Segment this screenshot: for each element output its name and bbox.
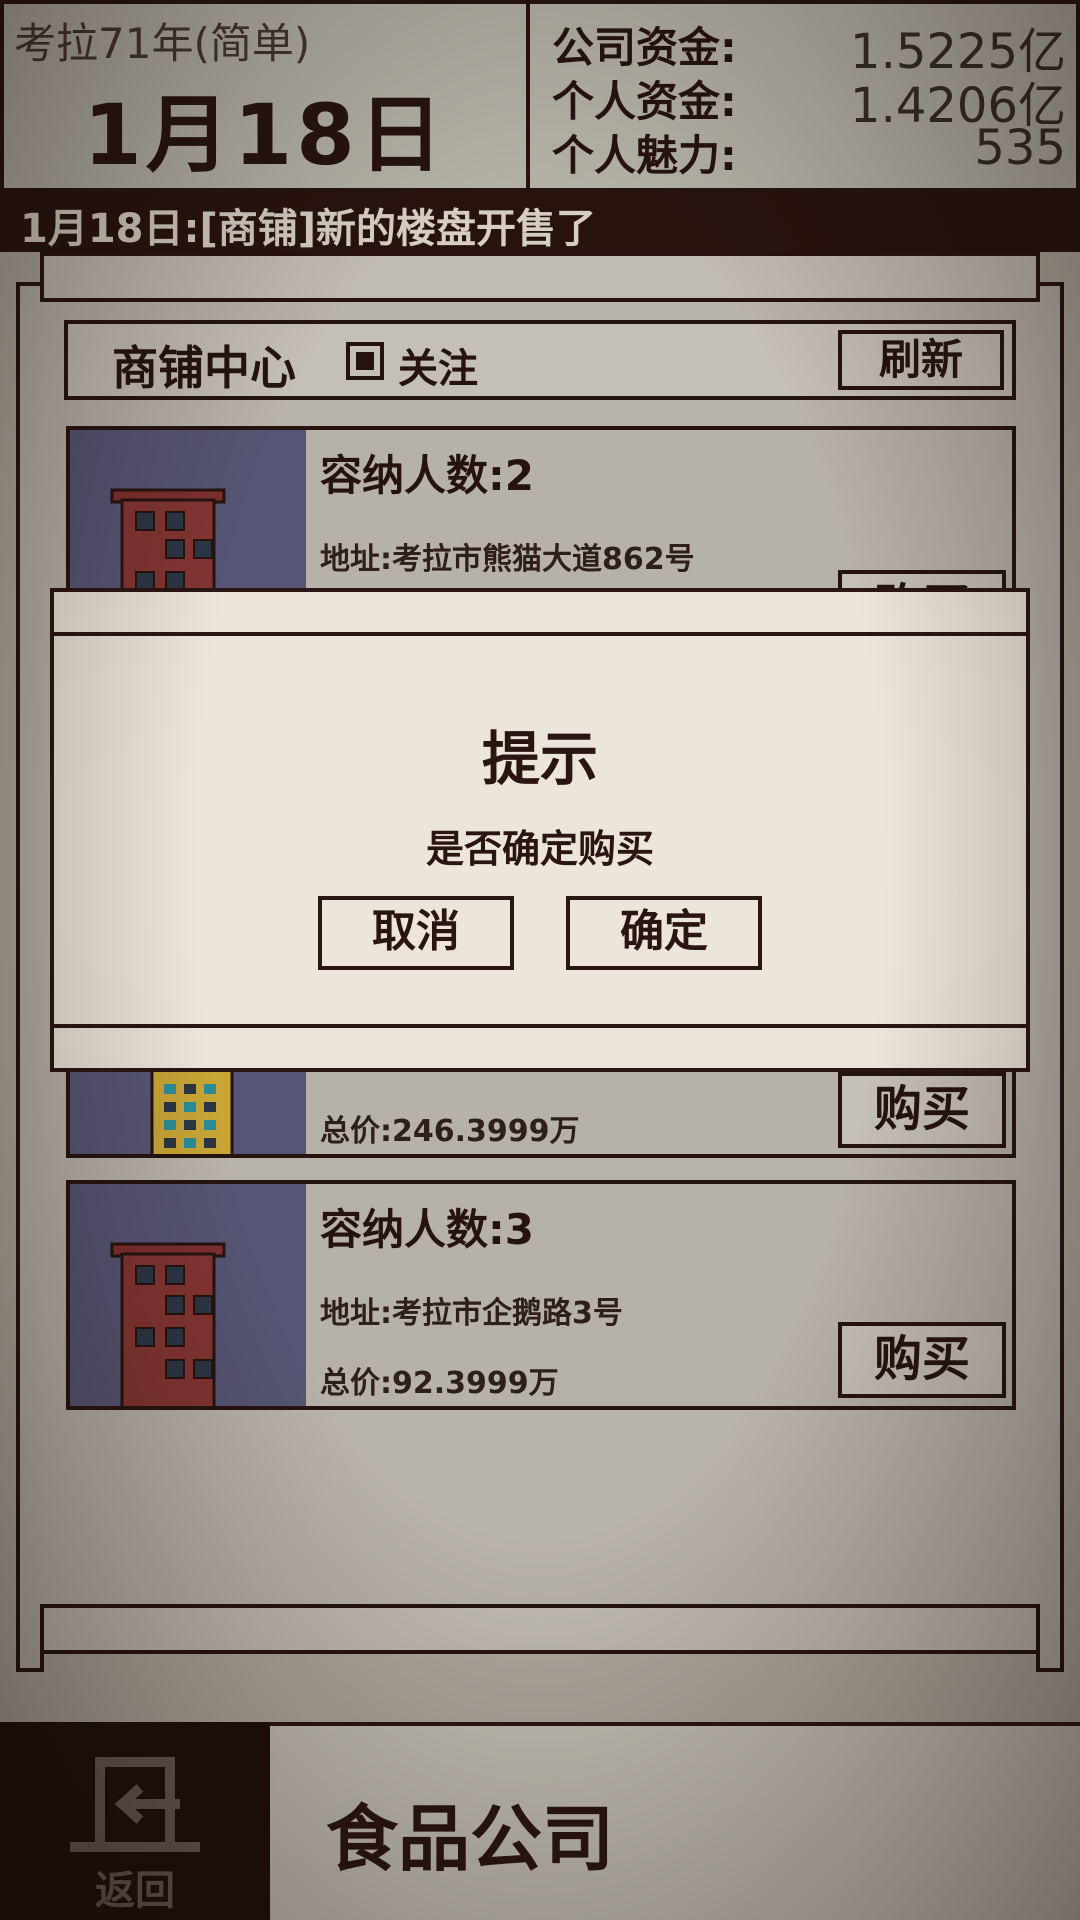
exit-door-icon xyxy=(70,1757,200,1852)
back-label: 返回 xyxy=(95,1868,175,1914)
dialog-message: 是否确定购买 xyxy=(425,827,654,871)
confirm-button[interactable]: 确定 xyxy=(566,896,762,970)
dialog-top-band xyxy=(50,588,1030,636)
dialog-bottom-band xyxy=(50,1024,1030,1072)
cancel-button[interactable]: 取消 xyxy=(318,896,514,970)
company-name: 食品公司 xyxy=(326,1797,615,1881)
dialog-title: 提示 xyxy=(481,725,598,793)
